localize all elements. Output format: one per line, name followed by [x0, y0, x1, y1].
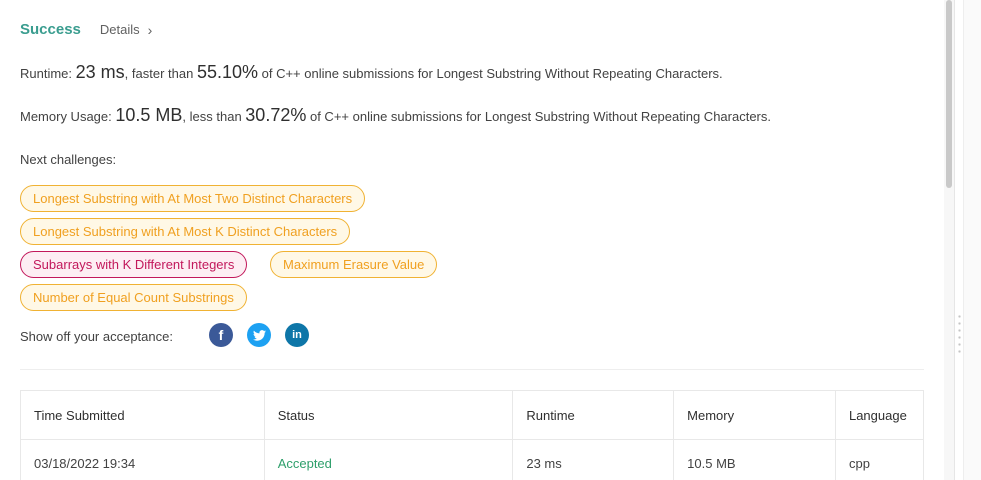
runtime-percent: 55.10% [196, 62, 258, 82]
pane-divider [954, 0, 955, 480]
challenge-tag[interactable]: Longest Substring with At Most K Distinc… [20, 218, 351, 245]
twitter-icon[interactable] [247, 323, 271, 347]
details-link[interactable]: Details › [100, 22, 152, 38]
column-header-language: Language [834, 390, 925, 440]
cell-status-link[interactable]: Accepted [263, 439, 514, 480]
editor-pane-edge [963, 0, 981, 480]
cell-runtime: 23 ms [512, 439, 675, 480]
next-challenges-label: Next challenges: [20, 152, 117, 167]
submission-result-panel: Success Details › Runtime: 23 ms, faster… [0, 0, 944, 480]
share-label: Show off your acceptance: [20, 329, 173, 344]
challenge-tag[interactable]: Subarrays with K Different Integers [20, 251, 248, 278]
runtime-summary: Runtime: 23 ms, faster than 55.10% of C+… [20, 62, 723, 83]
column-header-status: Status [263, 390, 514, 440]
column-header-memory: Memory [673, 390, 836, 440]
chevron-right-icon: › [147, 21, 153, 38]
runtime-middle: , faster than [124, 66, 197, 81]
memory-value: 10.5 MB [115, 105, 183, 125]
runtime-prefix: Runtime: [20, 66, 76, 81]
table-header-row: Time Submitted Status Runtime Memory Lan… [20, 390, 925, 440]
scrollbar-thumb[interactable] [946, 0, 952, 188]
cell-language: cpp [834, 439, 925, 480]
memory-summary: Memory Usage: 10.5 MB, less than 30.72% … [20, 105, 771, 126]
success-status: Success [20, 21, 81, 38]
cell-time-submitted: 03/18/2022 19:34 [20, 439, 265, 480]
vertical-scrollbar[interactable] [944, 0, 954, 480]
linkedin-glyph: in [292, 329, 302, 341]
column-header-runtime: Runtime [512, 390, 675, 440]
section-divider [20, 369, 924, 370]
facebook-icon[interactable]: f [209, 323, 233, 347]
memory-prefix: Memory Usage: [20, 109, 116, 124]
submissions-table: Time Submitted Status Runtime Memory Lan… [20, 390, 925, 480]
memory-suffix: of C++ online submissions for Longest Su… [306, 109, 771, 124]
memory-percent: 30.72% [245, 105, 307, 125]
column-header-time: Time Submitted [20, 390, 265, 440]
linkedin-icon[interactable]: in [285, 323, 309, 347]
twitter-bird-glyph [252, 329, 266, 341]
resize-handle[interactable] [958, 313, 961, 357]
runtime-suffix: of C++ online submissions for Longest Su… [258, 66, 723, 81]
challenge-tag[interactable]: Number of Equal Count Substrings [20, 284, 247, 311]
details-label: Details [99, 22, 140, 37]
status-row: Success Details › [20, 21, 152, 38]
challenge-tag[interactable]: Maximum Erasure Value [270, 251, 438, 278]
cell-memory: 10.5 MB [673, 439, 836, 480]
facebook-glyph: f [218, 327, 224, 343]
challenge-tag[interactable]: Longest Substring with At Most Two Disti… [20, 185, 366, 212]
runtime-value: 23 ms [75, 62, 125, 82]
table-row: 03/18/2022 19:34 Accepted 23 ms 10.5 MB … [20, 439, 925, 480]
memory-middle: , less than [182, 109, 246, 124]
